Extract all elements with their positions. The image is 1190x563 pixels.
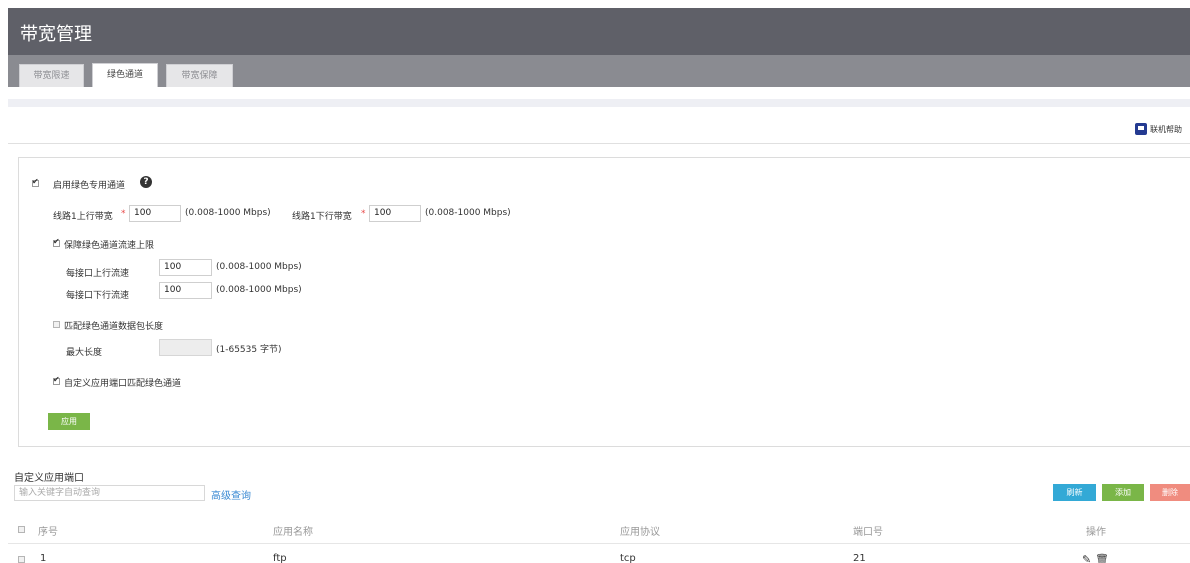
- advanced-search-link[interactable]: 高级查询: [211, 487, 251, 502]
- per-interface-up-input[interactable]: 100: [159, 259, 212, 276]
- uplink-range-hint: (0.008-1000 Mbps): [185, 208, 271, 218]
- match-packet-length-checkbox[interactable]: [53, 321, 60, 328]
- section-divider: [8, 99, 1190, 107]
- downlink-range-hint: (0.008-1000 Mbps): [425, 208, 511, 218]
- row-checkbox[interactable]: [18, 556, 25, 563]
- downlink-bandwidth-label: 线路1下行带宽: [292, 212, 352, 222]
- required-mark: *: [361, 209, 366, 219]
- title-bar: 带宽管理: [8, 8, 1190, 55]
- book-icon: [1135, 123, 1147, 135]
- select-all-checkbox[interactable]: [18, 526, 25, 533]
- search-input[interactable]: 输入关键字自动查询: [14, 485, 205, 501]
- page-title: 带宽管理: [20, 24, 92, 45]
- row-protocol: tcp: [620, 553, 636, 563]
- enable-green-channel-checkbox[interactable]: [32, 177, 39, 187]
- guarantee-limit-checkbox[interactable]: [53, 237, 60, 247]
- apply-button[interactable]: 应用: [48, 413, 90, 430]
- row-index: 1: [40, 553, 47, 563]
- per-interface-down-input[interactable]: 100: [159, 282, 212, 299]
- per-interface-up-range: (0.008-1000 Mbps): [216, 262, 302, 272]
- per-interface-up-label: 每接口上行流速: [66, 269, 130, 279]
- divider: [8, 143, 1190, 144]
- column-header-protocol: 应用协议: [620, 527, 660, 538]
- tab-bar: 带宽限速 绿色通道 带宽保障: [8, 55, 1190, 87]
- enable-green-channel-label: 启用绿色专用通道: [53, 181, 126, 191]
- tab-green-channel[interactable]: 绿色通道: [92, 63, 158, 87]
- refresh-button[interactable]: 刷新: [1053, 484, 1096, 501]
- max-length-label: 最大长度: [66, 348, 103, 358]
- online-help-label: 联机帮助: [1150, 124, 1182, 134]
- online-help-link[interactable]: 联机帮助: [1135, 123, 1182, 135]
- uplink-bandwidth-input[interactable]: 100: [129, 205, 181, 222]
- section-title: 自定义应用端口: [14, 473, 84, 484]
- column-header-index: 序号: [38, 527, 58, 538]
- uplink-bandwidth-label: 线路1上行带宽: [53, 212, 113, 222]
- per-interface-down-range: (0.008-1000 Mbps): [216, 285, 302, 295]
- match-packet-length-label: 匹配绿色通道数据包长度: [64, 322, 164, 332]
- column-header-actions: 操作: [1086, 527, 1106, 538]
- add-button[interactable]: 添加: [1102, 484, 1144, 501]
- guarantee-limit-label: 保障绿色通道流速上限: [64, 241, 155, 251]
- row-port: 21: [853, 553, 866, 563]
- column-header-name: 应用名称: [273, 527, 313, 538]
- max-length-input[interactable]: [159, 339, 212, 356]
- edit-icon[interactable]: ✎: [1082, 553, 1091, 563]
- tab-bandwidth-limit[interactable]: 带宽限速: [19, 64, 84, 87]
- row-app-name: ftp: [273, 553, 287, 563]
- delete-icon[interactable]: 🗑: [1095, 553, 1109, 563]
- table-header-divider: [8, 543, 1190, 544]
- max-length-range: (1-65535 字节): [216, 345, 282, 355]
- green-channel-settings-panel: [18, 157, 1190, 447]
- downlink-bandwidth-input[interactable]: 100: [369, 205, 421, 222]
- per-interface-down-label: 每接口下行流速: [66, 291, 130, 301]
- delete-button[interactable]: 删除: [1150, 484, 1190, 501]
- tab-bandwidth-guarantee[interactable]: 带宽保障: [166, 64, 233, 87]
- required-mark: *: [121, 209, 126, 219]
- column-header-port: 端口号: [853, 527, 883, 538]
- custom-port-checkbox[interactable]: [53, 375, 60, 385]
- custom-port-label: 自定义应用端口匹配绿色通道: [64, 379, 182, 389]
- question-icon[interactable]: ?: [140, 176, 152, 188]
